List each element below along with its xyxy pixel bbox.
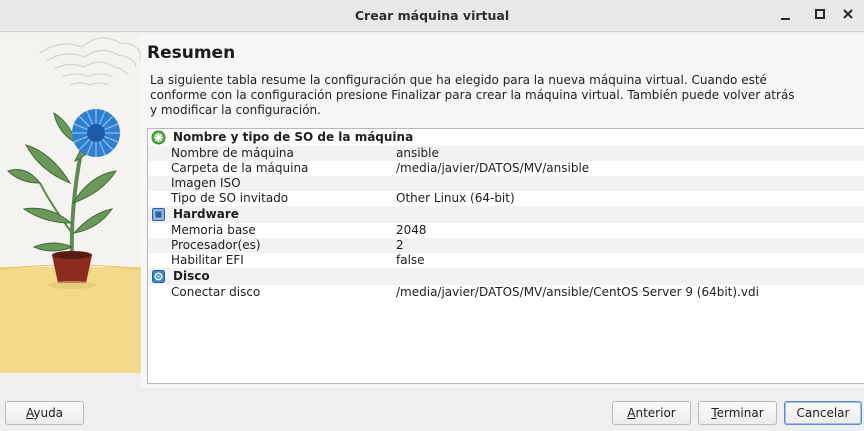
minimize-icon[interactable]	[775, 5, 797, 25]
finish-button[interactable]: Terminar	[698, 401, 777, 425]
row-key: Tipo de SO invitado	[171, 191, 289, 205]
table-row[interactable]: Procesador(es) 2	[148, 238, 864, 253]
cancel-button[interactable]: Cancelar	[784, 401, 862, 425]
row-key: Nombre de máquina	[171, 146, 294, 160]
row-value: Other Linux (64-bit)	[396, 191, 515, 205]
page-title: Resumen	[147, 43, 236, 63]
row-key: Carpeta de la máquina	[171, 161, 309, 175]
table-row[interactable]: Memoria base 2048	[148, 223, 864, 238]
maximize-icon[interactable]	[809, 5, 831, 25]
row-key: Memoria base	[171, 223, 256, 237]
window-titlebar[interactable]: Crear máquina virtual	[0, 0, 864, 32]
chip-icon	[151, 207, 166, 222]
summary-page: Resumen La siguiente tabla resume la con…	[141, 33, 864, 388]
row-key: Procesador(es)	[171, 238, 261, 252]
table-row[interactable]: Habilitar EFI false	[148, 253, 864, 268]
button-label: erminar	[716, 406, 764, 420]
table-row[interactable]: Imagen ISO	[148, 176, 864, 191]
table-row[interactable]: Conectar disco /media/javier/DATOS/MV/an…	[148, 285, 864, 300]
row-key: Conectar disco	[171, 285, 261, 299]
button-label: yuda	[33, 406, 64, 420]
window-title: Crear máquina virtual	[354, 8, 510, 23]
row-key: Imagen ISO	[171, 176, 241, 190]
row-value: /media/javier/DATOS/MV/ansible	[396, 161, 590, 175]
table-row[interactable]: Nombre de máquina ansible	[148, 146, 864, 161]
button-label: Cancelar	[796, 406, 850, 420]
row-value: ansible	[396, 146, 439, 160]
button-label: nterior	[635, 406, 676, 420]
row-value: 2	[396, 238, 404, 252]
section-title: Disco	[173, 269, 210, 283]
row-value: /media/javier/DATOS/MV/ansible/CentOS Se…	[396, 285, 759, 299]
section-header-disk[interactable]: Disco	[148, 268, 864, 285]
back-button[interactable]: Anterior	[612, 401, 691, 425]
row-value: 2048	[396, 223, 427, 237]
table-row[interactable]: Tipo de SO invitado Other Linux (64-bit)	[148, 191, 864, 206]
row-value: false	[396, 253, 425, 267]
page-description: La siguiente tabla resume la configuraci…	[150, 73, 795, 117]
section-header-general[interactable]: Nombre y tipo de SO de la máquina	[148, 129, 864, 146]
wizard-illustration	[0, 33, 141, 373]
section-header-hardware[interactable]: Hardware	[148, 206, 864, 223]
summary-table[interactable]: Nombre y tipo de SO de la máquina Nombre…	[147, 128, 864, 384]
table-row[interactable]: Carpeta de la máquina /media/javier/DATO…	[148, 161, 864, 176]
general-settings-icon	[151, 130, 166, 145]
close-icon[interactable]	[837, 5, 859, 25]
section-title: Nombre y tipo de SO de la máquina	[173, 130, 414, 144]
help-button[interactable]: Ayuda	[5, 401, 84, 425]
hard-disk-icon	[151, 269, 166, 284]
row-key: Habilitar EFI	[171, 253, 244, 267]
section-title: Hardware	[173, 207, 239, 221]
